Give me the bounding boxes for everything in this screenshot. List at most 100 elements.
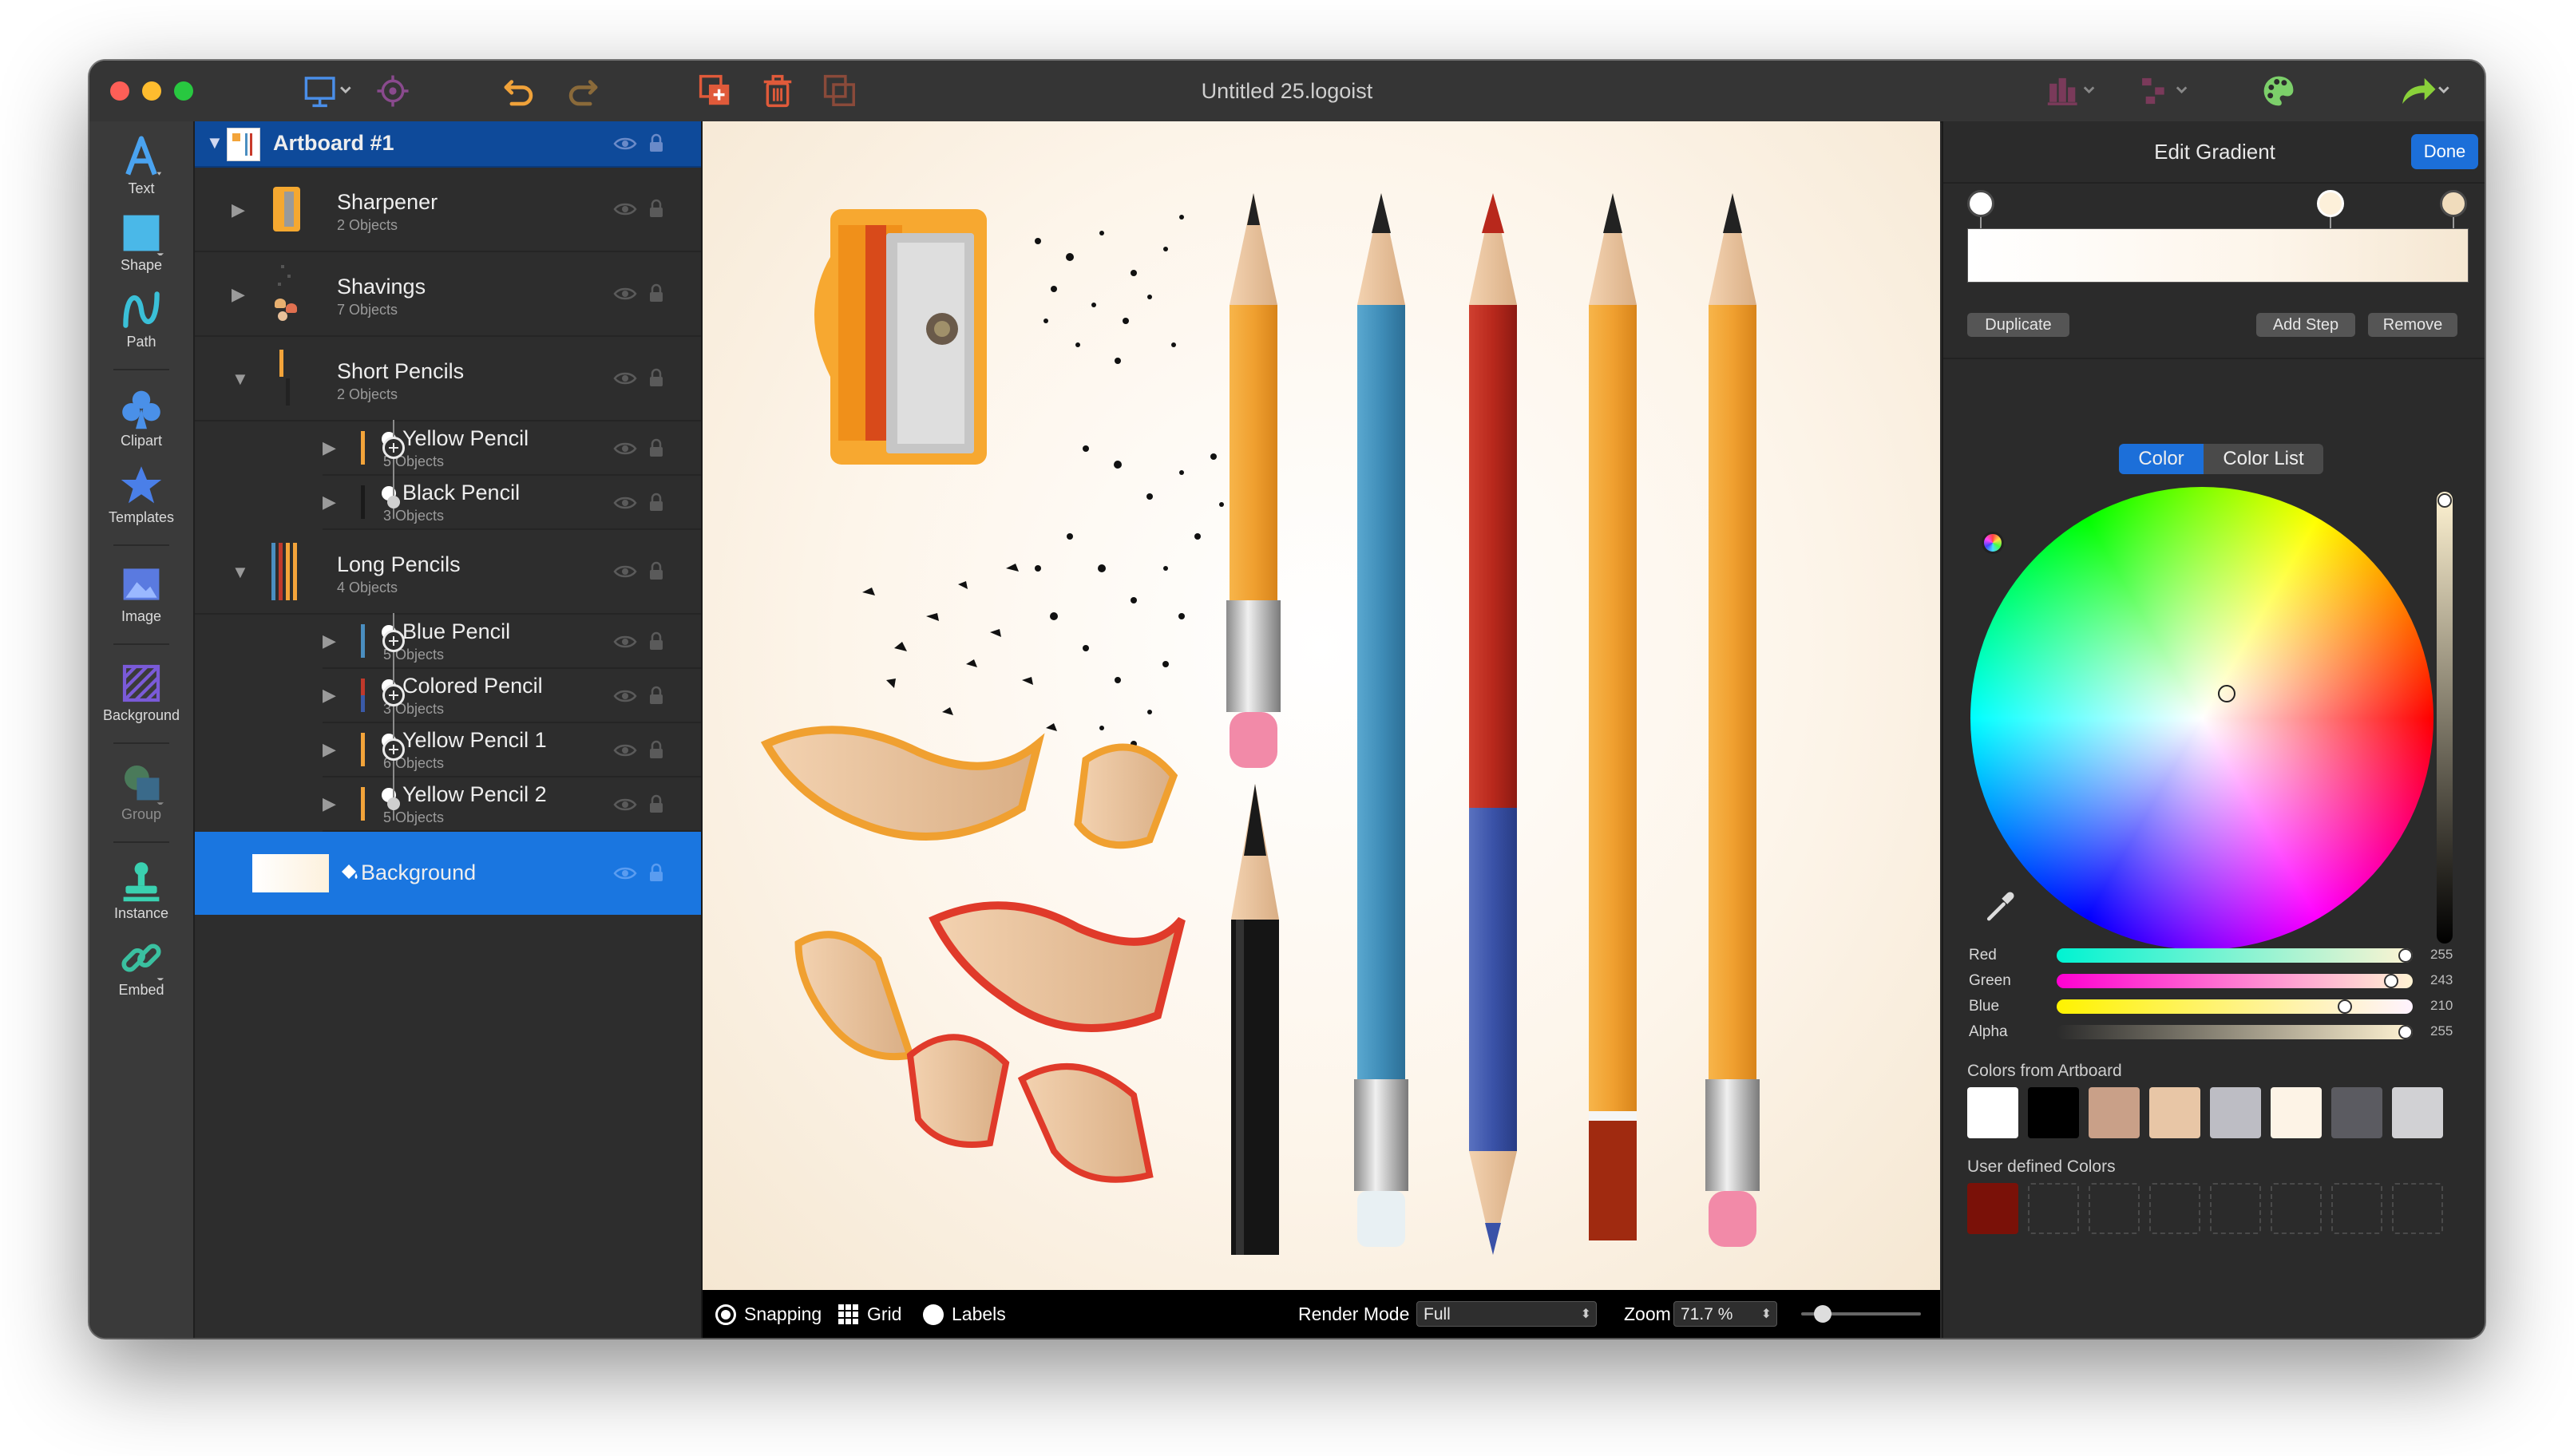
lock-icon[interactable] xyxy=(648,560,664,581)
user-color-swatch[interactable] xyxy=(1967,1183,2018,1234)
lock-icon[interactable] xyxy=(648,631,664,651)
add-effect-icon[interactable] xyxy=(382,738,405,761)
disclosure-triangle-closed[interactable]: ▶ xyxy=(323,793,336,814)
brightness-slider[interactable] xyxy=(2437,492,2453,944)
color-swatch[interactable] xyxy=(2271,1087,2322,1138)
zoom-field[interactable]: 71.7 % ⬍ xyxy=(1673,1301,1777,1327)
zoom-slider-knob[interactable] xyxy=(1814,1305,1832,1323)
target-button[interactable] xyxy=(370,69,415,113)
visibility-eye-icon[interactable] xyxy=(613,634,637,650)
duplicate-object-button[interactable] xyxy=(693,69,738,113)
color-wheel-cursor[interactable] xyxy=(2218,685,2235,702)
duplicate-stop-button[interactable]: Duplicate xyxy=(1967,313,2069,337)
eyedropper-icon[interactable] xyxy=(1982,888,2018,924)
distribute-menu-button[interactable] xyxy=(2130,69,2202,113)
render-mode-select[interactable]: Full ⬍ xyxy=(1416,1301,1597,1327)
disclosure-triangle-closed[interactable]: ▶ xyxy=(323,492,336,512)
empty-color-slot[interactable] xyxy=(2392,1183,2443,1234)
visibility-eye-icon[interactable] xyxy=(613,286,637,302)
disclosure-triangle-closed[interactable]: ▶ xyxy=(232,284,245,305)
delete-button[interactable] xyxy=(755,69,800,113)
red-slider-knob[interactable] xyxy=(2398,948,2413,963)
instance-tool[interactable]: Instance xyxy=(89,854,193,931)
align-menu-button[interactable] xyxy=(2037,69,2109,113)
empty-color-slot[interactable] xyxy=(2089,1183,2140,1234)
color-swatch[interactable] xyxy=(2149,1087,2200,1138)
clipart-tool[interactable]: Clipart xyxy=(89,382,193,458)
group-tool[interactable]: Group xyxy=(89,755,193,832)
lock-icon[interactable] xyxy=(648,133,664,153)
lock-icon[interactable] xyxy=(648,437,664,458)
alpha-slider-knob[interactable] xyxy=(2398,1025,2413,1039)
disclosure-triangle-open[interactable]: ▼ xyxy=(206,133,224,153)
red-slider[interactable] xyxy=(2057,948,2413,963)
layer-row-yellow-pencil-1[interactable]: ▶ Yellow Pencil 1 6 Objects xyxy=(323,723,701,777)
add-effect-icon[interactable] xyxy=(382,684,405,706)
green-slider[interactable] xyxy=(2057,974,2413,988)
color-swatch[interactable] xyxy=(2392,1087,2443,1138)
gradient-stop-handle[interactable] xyxy=(1967,190,1994,217)
templates-tool[interactable]: Templates xyxy=(89,458,193,535)
tab-color[interactable]: Color xyxy=(2119,444,2204,474)
arrange-button[interactable] xyxy=(818,69,862,113)
zoom-window-button[interactable] xyxy=(174,81,193,101)
empty-color-slot[interactable] xyxy=(2210,1183,2261,1234)
layer-row-long-pencils[interactable]: ▼ Long Pencils 4 Objects xyxy=(195,530,701,615)
disclosure-triangle-closed[interactable]: ▶ xyxy=(323,685,336,706)
add-step-button[interactable]: Add Step xyxy=(2256,313,2355,337)
embed-tool[interactable]: Embed xyxy=(89,931,193,1007)
color-swatch[interactable] xyxy=(1967,1087,2018,1138)
lock-icon[interactable] xyxy=(648,283,664,303)
layer-row-yellow-pencil-2[interactable]: ▶ Yellow Pencil 2 5 Objects xyxy=(323,777,701,832)
image-tool[interactable]: Image xyxy=(89,557,193,634)
snapping-toggle[interactable]: Snapping xyxy=(715,1290,822,1338)
add-effect-icon[interactable] xyxy=(382,437,405,459)
close-window-button[interactable] xyxy=(110,81,129,101)
background-tool[interactable]: Background xyxy=(89,656,193,733)
zoom-slider[interactable] xyxy=(1801,1305,1921,1323)
empty-color-slot[interactable] xyxy=(2331,1183,2382,1234)
redo-button[interactable] xyxy=(560,69,605,113)
color-swatch[interactable] xyxy=(2089,1087,2140,1138)
grid-toggle[interactable]: Grid xyxy=(838,1290,901,1338)
tab-color-list[interactable]: Color List xyxy=(2204,444,2323,474)
green-slider-knob[interactable] xyxy=(2384,974,2398,988)
labels-toggle[interactable]: Labels xyxy=(923,1290,1006,1338)
disclosure-triangle-closed[interactable]: ▶ xyxy=(323,739,336,760)
visibility-eye-icon[interactable] xyxy=(613,495,637,511)
shape-tool[interactable]: Shape xyxy=(89,206,193,283)
disclosure-triangle-closed[interactable]: ▶ xyxy=(232,200,245,220)
lock-icon[interactable] xyxy=(648,367,664,388)
layer-row-shavings[interactable]: ▶ Shavings 7 Objects xyxy=(195,252,701,337)
layer-row-colored-pencil[interactable]: ▶ Colored Pencil 3 Objects xyxy=(323,669,701,723)
layer-row-artboard[interactable]: ▼ Artboard #1 xyxy=(195,121,701,168)
lock-icon[interactable] xyxy=(648,862,664,883)
done-button[interactable]: Done xyxy=(2411,134,2478,169)
gradient-preview-bar[interactable] xyxy=(1967,228,2469,283)
artboard-canvas[interactable] xyxy=(703,121,1940,1290)
disclosure-triangle-closed[interactable]: ▶ xyxy=(323,631,336,651)
visibility-eye-icon[interactable] xyxy=(613,441,637,457)
lock-icon[interactable] xyxy=(648,492,664,512)
share-menu-button[interactable] xyxy=(2390,69,2462,113)
empty-color-slot[interactable] xyxy=(2271,1183,2322,1234)
visibility-eye-icon[interactable] xyxy=(613,564,637,580)
gradient-stop-handle-selected[interactable] xyxy=(2317,190,2344,217)
layer-row-blue-pencil[interactable]: ▶ Blue Pencil 5 Objects xyxy=(323,615,701,669)
add-effect-icon[interactable] xyxy=(382,630,405,652)
disclosure-triangle-closed[interactable]: ▶ xyxy=(323,437,336,458)
color-picker-mode-icon[interactable] xyxy=(1982,532,2004,554)
visibility-eye-icon[interactable] xyxy=(613,742,637,758)
lock-icon[interactable] xyxy=(648,685,664,706)
visibility-eye-icon[interactable] xyxy=(613,370,637,386)
disclosure-triangle-open[interactable]: ▼ xyxy=(232,562,249,583)
text-tool[interactable]: Text xyxy=(89,129,193,206)
empty-color-slot[interactable] xyxy=(2149,1183,2200,1234)
lock-icon[interactable] xyxy=(648,793,664,814)
blue-slider[interactable] xyxy=(2057,999,2413,1014)
lock-icon[interactable] xyxy=(648,739,664,760)
colors-button[interactable] xyxy=(2256,69,2301,113)
color-wheel[interactable] xyxy=(1970,487,2433,950)
gradient-stop-handle[interactable] xyxy=(2440,190,2467,217)
visibility-eye-icon[interactable] xyxy=(613,136,637,152)
